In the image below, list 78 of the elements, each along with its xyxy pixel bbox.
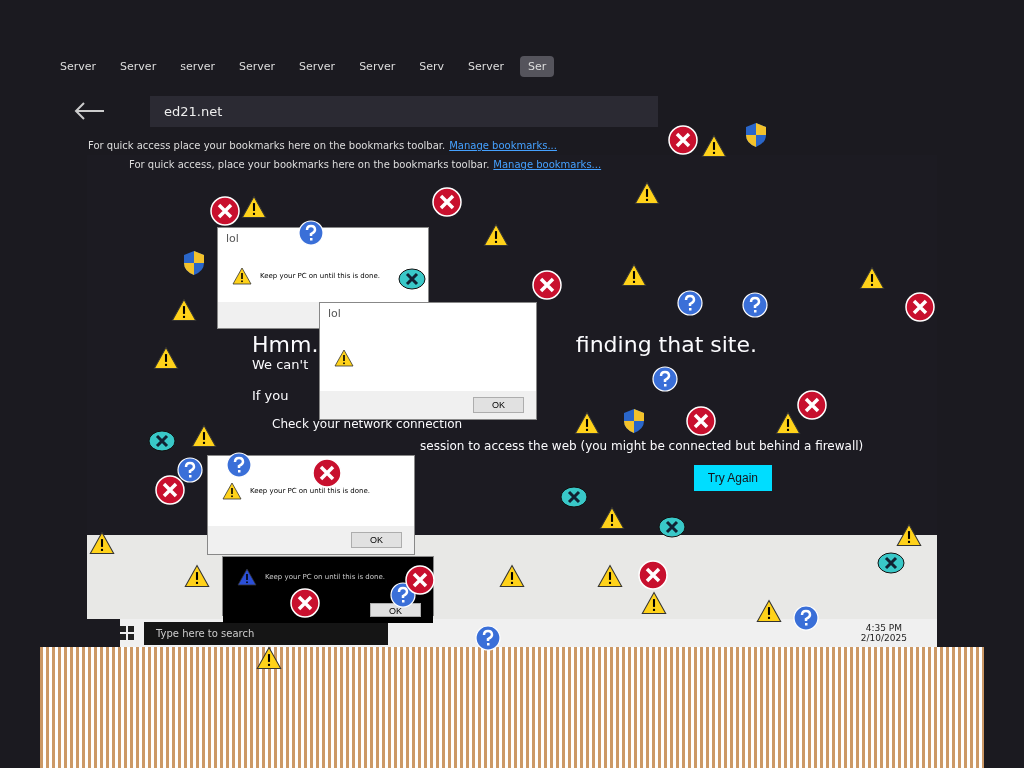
error-text: If you	[252, 388, 289, 403]
warning-icon	[640, 590, 668, 616]
warning-icon	[573, 410, 601, 436]
error-icon	[155, 475, 185, 505]
shield-icon	[183, 250, 205, 276]
dialog-title: lol	[328, 307, 341, 320]
error-bullet: Check your network connection	[272, 417, 463, 431]
manage-bookmarks-link[interactable]: Manage bookmarks...	[493, 159, 602, 170]
warning-icon	[334, 347, 354, 368]
warning-icon	[700, 133, 728, 159]
taskbar-clock[interactable]: 4:35 PM 2/10/2025	[860, 623, 937, 643]
question-icon	[793, 605, 819, 631]
warning-icon	[170, 297, 198, 323]
browser-tab[interactable]: Server	[460, 55, 513, 77]
ok-button[interactable]: OK	[473, 397, 524, 413]
warning-icon	[240, 194, 268, 220]
error-icon	[905, 292, 935, 322]
error-text: We can't	[252, 357, 309, 372]
question-icon	[677, 290, 703, 316]
error-icon	[432, 187, 462, 217]
error-icon	[532, 270, 562, 300]
warning-icon	[633, 180, 661, 206]
question-icon	[475, 625, 501, 651]
dialog-title: lol	[226, 232, 239, 245]
browser-tab[interactable]: Ser	[520, 55, 555, 77]
warning-icon	[620, 262, 648, 288]
error-icon	[290, 588, 320, 618]
address-bar[interactable]: ed21.net	[150, 95, 658, 127]
error-icon	[668, 125, 698, 155]
warning-icon	[152, 345, 180, 371]
browser-tab[interactable]: Server	[351, 55, 404, 77]
error-icon	[312, 458, 342, 488]
warning-icon	[498, 563, 526, 589]
browser-tab[interactable]: Server	[112, 55, 165, 77]
warning-icon	[895, 522, 923, 548]
browser-tab[interactable]: Server	[52, 55, 105, 77]
question-icon	[652, 366, 678, 392]
warning-icon	[255, 645, 283, 671]
question-icon	[177, 457, 203, 483]
try-again-button[interactable]: Try Again	[693, 465, 772, 491]
warning-icon	[774, 410, 802, 436]
cross-icon	[148, 430, 176, 452]
warning-icon	[237, 567, 257, 587]
windows-logo-icon[interactable]	[120, 626, 134, 640]
warning-icon	[482, 222, 510, 248]
cross-icon	[877, 552, 905, 574]
error-icon	[638, 560, 668, 590]
warning-icon	[598, 505, 626, 531]
error-icon	[686, 406, 716, 436]
browser-tab[interactable]: server	[172, 55, 223, 77]
shield-icon	[745, 122, 767, 148]
warning-icon	[596, 563, 624, 589]
cross-icon	[560, 486, 588, 508]
browser-tab[interactable]: Serv	[411, 55, 452, 77]
warning-icon	[755, 598, 783, 624]
browser-tab[interactable]: Server	[291, 55, 344, 77]
cross-icon	[658, 516, 686, 538]
ok-button[interactable]: OK	[370, 603, 421, 617]
shield-icon	[623, 408, 645, 434]
warning-icon	[88, 530, 116, 556]
bookmark-hint: For quick access place your bookmarks here on the bookmarks toolbar. Manage bookmarks...	[88, 139, 557, 153]
error-bullet: session to access the web (you might be connected but behind a firewall)	[420, 439, 864, 453]
warning-icon	[190, 423, 218, 449]
error-icon	[797, 390, 827, 420]
browser-tab[interactable]: Server	[231, 55, 284, 77]
ok-button[interactable]: OK	[351, 532, 402, 548]
warning-icon	[183, 563, 211, 589]
warning-icon	[858, 265, 886, 291]
manage-bookmarks-link[interactable]: Manage bookmarks...	[449, 140, 557, 151]
cross-icon	[398, 268, 426, 290]
bookmark-hint: For quick access, place your bookmarks here on the bookmarks toolbar. Manage bookmarks...	[129, 158, 602, 172]
error-heading: finding that site.	[575, 332, 757, 357]
warning-icon	[232, 265, 252, 286]
taskbar-search-field[interactable]: Type here to search	[144, 621, 388, 645]
warning-icon	[222, 481, 242, 501]
question-icon	[742, 292, 768, 318]
error-icon	[405, 565, 435, 595]
error-heading: Hmm.	[252, 332, 319, 357]
